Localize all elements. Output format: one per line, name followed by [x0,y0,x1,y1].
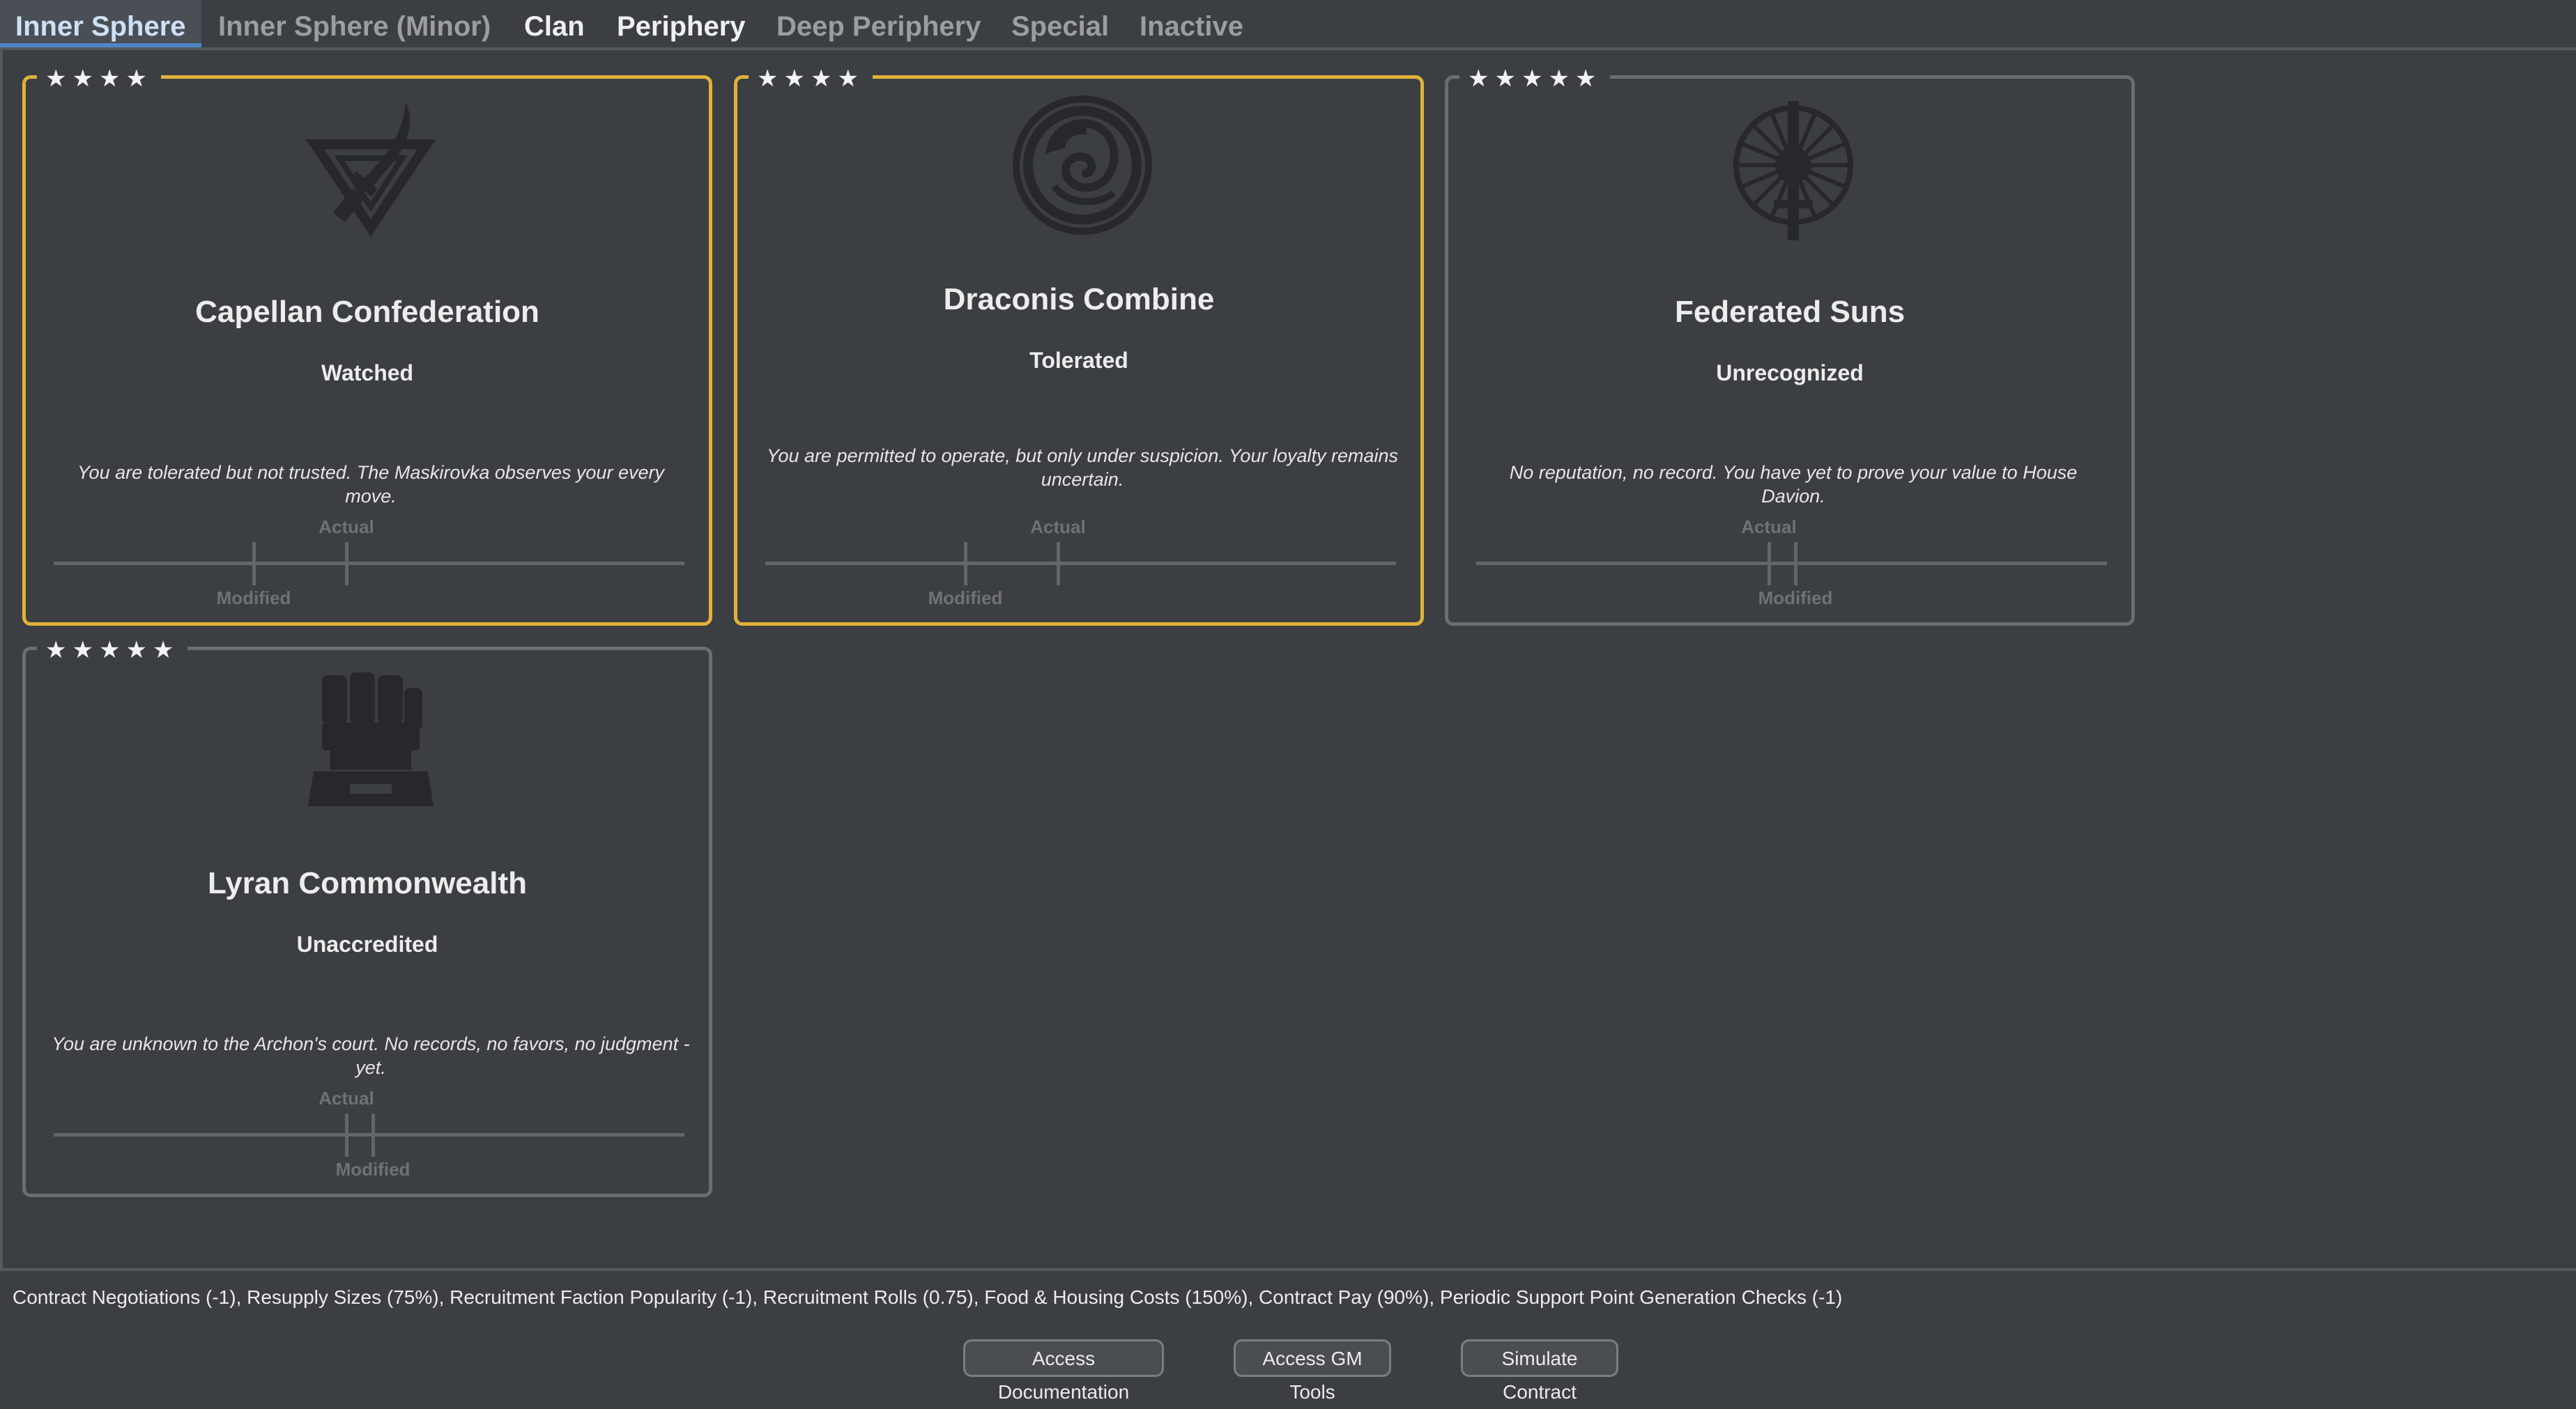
faction-standing: Tolerated [1029,348,1128,373]
access-documentation-button[interactable]: Access Documentation [963,1339,1164,1403]
modified-marker [964,542,967,585]
faction-name: Capellan Confederation [195,295,539,329]
modified-marker [252,542,256,585]
modified-label: Modified [335,1159,411,1180]
standing-slider-track [765,562,1396,565]
tab-clan[interactable]: Clan [524,0,585,47]
actual-label: Actual [1030,516,1086,537]
actual-marker [1057,542,1060,585]
faction-description: You are tolerated but not trusted. The M… [77,462,664,507]
faction-card-draconis[interactable]: ★★★★ Draconis Combine Tolerated You are … [734,65,1424,626]
mailed-fist-icon [308,672,434,806]
star-rating: ★★★★ [37,65,161,93]
tab-special[interactable]: Special [1011,0,1109,47]
actual-marker [1768,542,1771,585]
actual-label: Actual [1741,516,1797,537]
faction-description: No reputation, no record. You have yet t… [1509,462,2078,507]
access-gm-tools-button[interactable]: Access GM Tools [1234,1339,1391,1403]
faction-description: You are permitted to operate, but only u… [766,445,1399,490]
faction-name: Lyran Commonwealth [208,866,527,900]
sunburst-sword-icon [1733,101,1853,240]
tab-deep-periphery[interactable]: Deep Periphery [776,0,981,47]
capellan-sword-triangle-icon [305,102,436,237]
modified-label: Modified [928,587,1003,608]
faction-name: Draconis Combine [943,282,1215,316]
effects-summary: Contract Negotiations (-1), Resupply Siz… [13,1286,1843,1308]
star-rating: ★★★★★ [1459,65,1611,93]
actual-marker [345,542,348,585]
standing-slider-track [1476,562,2107,565]
simulate-contract-button[interactable]: Simulate Contract [1461,1339,1618,1403]
actual-label: Actual [319,516,374,537]
faction-standing: Unaccredited [296,932,438,957]
dragon-icon [1013,95,1152,235]
actual-marker [345,1114,348,1157]
star-rating: ★★★★★ [37,636,188,664]
faction-card-capellan[interactable]: ★★★★ Capellan Confederation Watched You … [22,65,712,626]
modified-marker [1794,542,1797,585]
faction-standing: Watched [321,360,414,385]
faction-standing: Unrecognized [1716,360,1864,385]
standing-slider-track [54,1133,684,1137]
tab-periphery[interactable]: Periphery [617,0,746,47]
modified-label: Modified [216,587,291,608]
modified-marker [371,1114,375,1157]
standing-slider-track [54,562,684,565]
faction-description: You are unknown to the Archon's court. N… [52,1033,690,1078]
faction-tab-bar: Inner Sphere Inner Sphere (Minor) Clan P… [0,0,2576,50]
tab-inner-sphere[interactable]: Inner Sphere [0,0,201,47]
faction-name: Federated Suns [1674,295,1906,329]
faction-card-lyran[interactable]: ★★★★★ Lyran Commonwealth Unaccredited Yo… [22,636,712,1197]
actual-label: Actual [319,1088,374,1109]
tab-inactive[interactable]: Inactive [1140,0,1243,47]
modified-label: Modified [1758,587,1833,608]
star-rating: ★★★★ [749,65,873,93]
faction-card-federated-suns[interactable]: ★★★★★ Federated Suns Unrecognized No rep… [1445,65,2135,626]
tab-inner-sphere-minor[interactable]: Inner Sphere (Minor) [218,0,491,47]
